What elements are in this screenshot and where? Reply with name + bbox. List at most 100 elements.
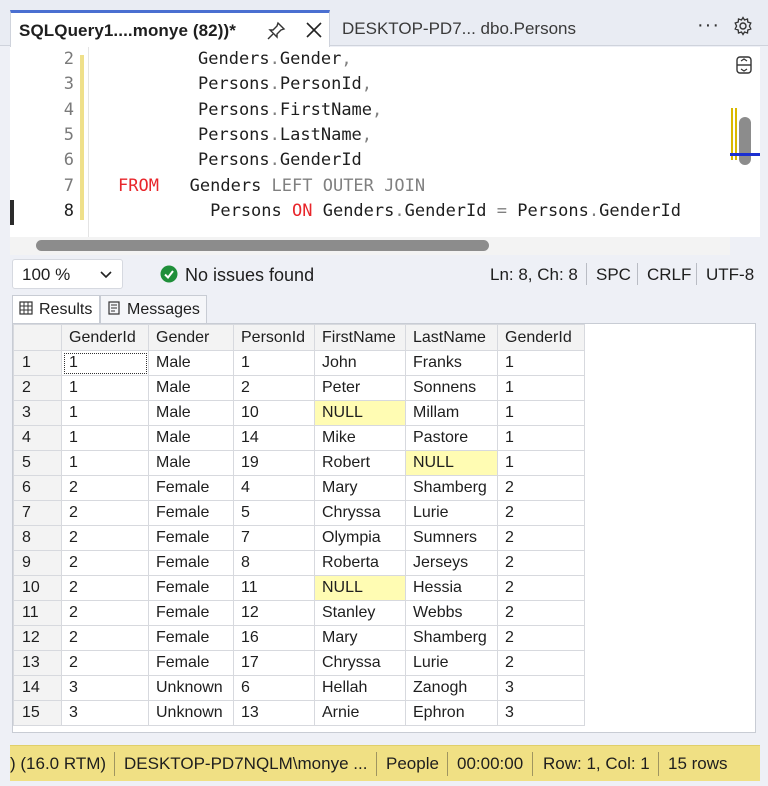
editor-horizontal-scrollbar[interactable] (10, 237, 730, 255)
grid-cell[interactable]: Female (148, 525, 234, 551)
split-editor-icon[interactable] (734, 54, 754, 76)
grid-cell[interactable]: Male (148, 400, 234, 426)
grid-cell[interactable]: 19 (233, 450, 315, 476)
row-number[interactable]: 10 (13, 575, 62, 601)
scrollbar-thumb[interactable] (739, 117, 751, 165)
more-tabs-icon[interactable]: ··· (697, 14, 720, 37)
grid-cell[interactable]: Female (148, 575, 234, 601)
grid-cell[interactable]: Unknown (148, 700, 234, 726)
whitespace-mode[interactable]: SPC (596, 265, 631, 285)
table-row[interactable]: 12 2 Female 16 Mary Shamberg 2 (13, 625, 585, 651)
grid-cell[interactable]: 13 (233, 700, 315, 726)
grid-cell[interactable]: Hellah (314, 675, 406, 701)
grid-cell[interactable]: Olympia (314, 525, 406, 551)
grid-cell[interactable]: Male (148, 350, 234, 376)
grid-corner[interactable] (13, 324, 62, 351)
grid-cell[interactable]: 2 (497, 625, 585, 651)
grid-cell[interactable]: 2 (497, 500, 585, 526)
grid-cell[interactable]: Millam (405, 400, 498, 426)
grid-cell[interactable]: 7 (233, 525, 315, 551)
column-header[interactable]: LastName (405, 324, 498, 351)
code-line[interactable]: 7 FROM Genders LEFT OUTER JOIN (10, 174, 730, 199)
issues-status[interactable]: No issues found (185, 265, 314, 286)
table-row[interactable]: 6 2 Female 4 Mary Shamberg 2 (13, 475, 585, 501)
column-header[interactable]: PersonId (233, 324, 315, 351)
code-line[interactable]: 8 Persons ON Genders.GenderId = Persons.… (10, 199, 730, 224)
row-number[interactable]: 7 (13, 500, 62, 526)
gear-icon[interactable] (733, 16, 753, 36)
grid-cell[interactable]: Jerseys (405, 550, 498, 576)
table-row[interactable]: 3 1 Male 10 NULL Millam 1 (13, 400, 585, 426)
grid-cell[interactable]: 1 (61, 425, 149, 451)
code-line[interactable]: 2 Genders.Gender, (10, 47, 730, 72)
tab-results[interactable]: Results (12, 295, 100, 323)
row-number[interactable]: 15 (13, 700, 62, 726)
grid-cell[interactable]: Female (148, 500, 234, 526)
row-number[interactable]: 11 (13, 600, 62, 626)
line-ending[interactable]: CRLF (647, 265, 691, 285)
grid-cell[interactable]: 1 (497, 375, 585, 401)
table-row[interactable]: 7 2 Female 5 Chryssa Lurie 2 (13, 500, 585, 526)
grid-cell[interactable]: Male (148, 425, 234, 451)
row-number[interactable]: 12 (13, 625, 62, 651)
grid-cell[interactable]: 2 (61, 475, 149, 501)
grid-cell[interactable]: Robert (314, 450, 406, 476)
row-number[interactable]: 3 (13, 400, 62, 426)
grid-cell[interactable]: 2 (61, 650, 149, 676)
grid-cell[interactable]: Zanogh (405, 675, 498, 701)
grid-cell[interactable]: Mary (314, 625, 406, 651)
grid-cell[interactable]: Webbs (405, 600, 498, 626)
grid-cell[interactable]: 2 (497, 600, 585, 626)
grid-cell[interactable]: 1 (497, 350, 585, 376)
grid-cell[interactable]: 1 (497, 400, 585, 426)
grid-cell[interactable]: Female (148, 600, 234, 626)
grid-cell[interactable]: 1 (61, 350, 149, 376)
grid-cell[interactable]: 1 (497, 425, 585, 451)
row-number[interactable]: 8 (13, 525, 62, 551)
grid-cell[interactable]: Arnie (314, 700, 406, 726)
grid-cell[interactable]: 2 (497, 650, 585, 676)
grid-cell[interactable]: Pastore (405, 425, 498, 451)
table-row[interactable]: 13 2 Female 17 Chryssa Lurie 2 (13, 650, 585, 676)
grid-cell[interactable]: 1 (497, 450, 585, 476)
encoding[interactable]: UTF-8 (706, 265, 754, 285)
table-row[interactable]: 1 1 Male 1 John Franks 1 (13, 350, 585, 376)
table-row[interactable]: 9 2 Female 8 Roberta Jerseys 2 (13, 550, 585, 576)
grid-cell[interactable]: 1 (233, 350, 315, 376)
grid-cell[interactable]: Male (148, 450, 234, 476)
grid-cell[interactable]: 5 (233, 500, 315, 526)
table-row[interactable]: 2 1 Male 2 Peter Sonnens 1 (13, 375, 585, 401)
row-number[interactable]: 1 (13, 350, 62, 376)
query-editor[interactable]: 2 Genders.Gender, 3 Persons.PersonId, 4 Perso… (10, 47, 730, 237)
grid-cell[interactable]: 1 (61, 450, 149, 476)
column-header[interactable]: FirstName (314, 324, 406, 351)
column-header[interactable]: GenderId (497, 324, 585, 351)
row-number[interactable]: 13 (13, 650, 62, 676)
grid-cell[interactable]: Female (148, 475, 234, 501)
code-line[interactable]: 4 Persons.FirstName, (10, 98, 730, 123)
grid-cell[interactable]: Ephron (405, 700, 498, 726)
grid-cell[interactable]: Mary (314, 475, 406, 501)
grid-cell[interactable]: 2 (497, 575, 585, 601)
zoom-dropdown[interactable]: 100 % (12, 259, 123, 289)
row-number[interactable]: 5 (13, 450, 62, 476)
grid-cell[interactable]: Female (148, 550, 234, 576)
grid-cell[interactable]: 2 (61, 625, 149, 651)
grid-cell[interactable]: 14 (233, 425, 315, 451)
grid-cell[interactable]: Unknown (148, 675, 234, 701)
close-icon[interactable] (303, 19, 325, 41)
grid-cell[interactable]: Lurie (405, 500, 498, 526)
grid-cell[interactable]: 1 (61, 375, 149, 401)
column-header[interactable]: GenderId (61, 324, 149, 351)
code-line[interactable]: 3 Persons.PersonId, (10, 72, 730, 97)
grid-cell[interactable]: 10 (233, 400, 315, 426)
grid-cell[interactable]: Sumners (405, 525, 498, 551)
grid-cell[interactable]: 12 (233, 600, 315, 626)
horizontal-scrollbar-thumb[interactable] (36, 240, 489, 251)
grid-cell[interactable]: 3 (61, 675, 149, 701)
table-row[interactable]: 10 2 Female 11 NULL Hessia 2 (13, 575, 585, 601)
tab-sqlquery1[interactable]: SQLQuery1....monye (82))* (10, 10, 330, 47)
grid-cell[interactable]: Chryssa (314, 500, 406, 526)
table-row[interactable]: 4 1 Male 14 Mike Pastore 1 (13, 425, 585, 451)
grid-cell[interactable]: 2 (61, 500, 149, 526)
